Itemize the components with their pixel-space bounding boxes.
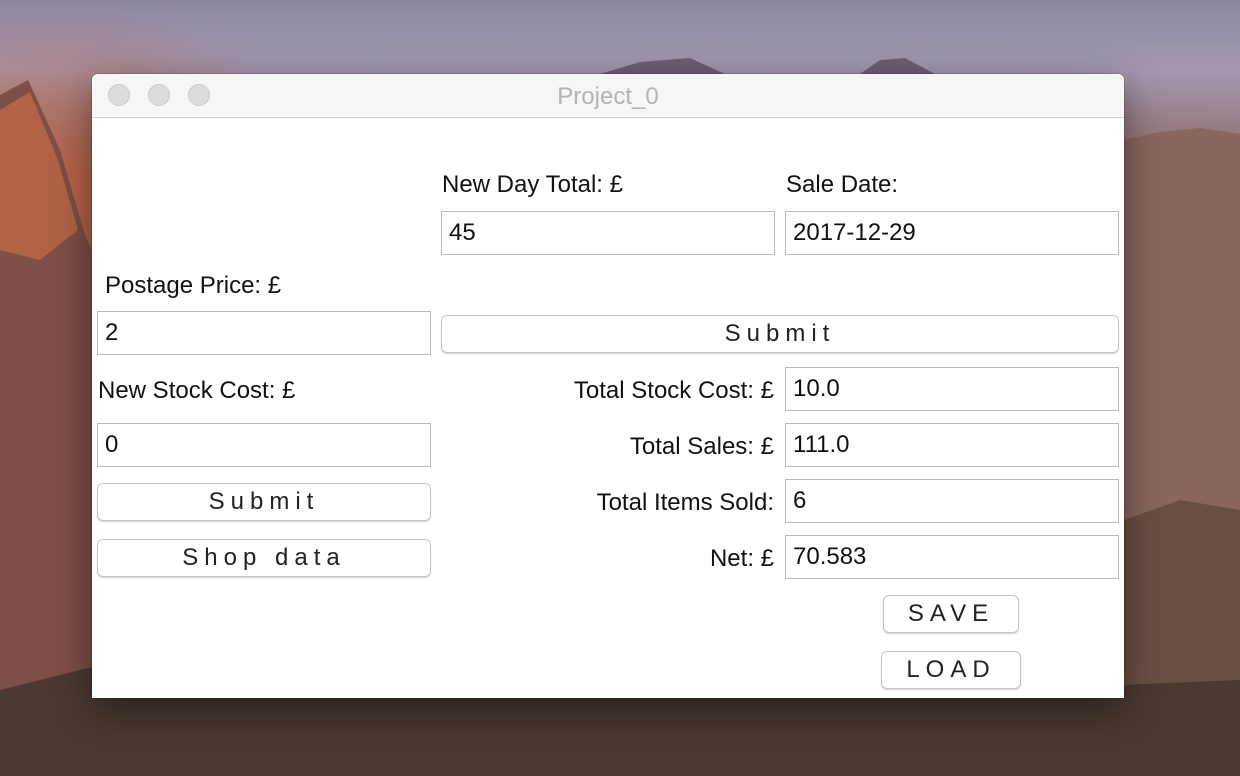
new-stock-cost-input[interactable]: 0: [97, 423, 431, 467]
shop-data-button[interactable]: Shop data: [97, 539, 431, 577]
new-day-total-label: New Day Total: £: [442, 171, 623, 198]
stock-submit-button[interactable]: Submit: [97, 483, 431, 521]
new-day-total-input[interactable]: 45: [441, 211, 775, 255]
save-button[interactable]: SAVE: [883, 595, 1019, 633]
load-button[interactable]: LOAD: [881, 651, 1021, 689]
total-sales-field[interactable]: 111.0: [785, 423, 1119, 467]
postage-price-label: Postage Price: £: [105, 272, 282, 299]
total-items-sold-field[interactable]: 6: [785, 479, 1119, 523]
net-label: Net: £: [709, 545, 774, 572]
net-field[interactable]: 70.583: [785, 535, 1119, 579]
window-title: Project_0: [557, 83, 659, 110]
total-stock-cost-label: Total Stock Cost: £: [573, 377, 774, 404]
total-items-sold-label: Total Items Sold:: [596, 489, 774, 516]
new-stock-cost-label: New Stock Cost: £: [98, 377, 296, 404]
sale-date-input[interactable]: 2017-12-29: [785, 211, 1119, 255]
day-submit-button[interactable]: Submit: [441, 315, 1119, 353]
total-sales-label: Total Sales: £: [629, 433, 774, 460]
window-content: New Day Total: £ Sale Date: 45 2017-12-2…: [92, 118, 1124, 698]
sale-date-label: Sale Date:: [786, 171, 899, 198]
title-bar[interactable]: Project_0: [92, 74, 1124, 118]
total-stock-cost-field[interactable]: 10.0: [785, 367, 1119, 411]
postage-price-input[interactable]: 2: [97, 311, 431, 355]
app-window: Project_0 New Day Total: £ Sale Date: 45…: [92, 74, 1124, 698]
